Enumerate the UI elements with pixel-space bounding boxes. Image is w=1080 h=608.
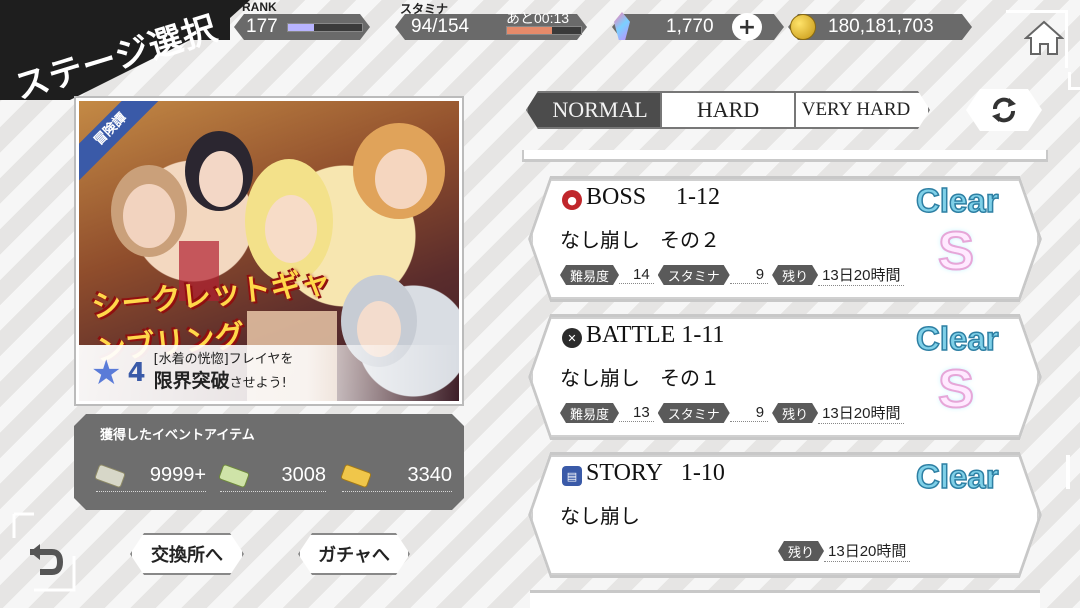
stage-stats: 難易度 14 スタミナ 9 残り 13日20時間 xyxy=(560,264,908,286)
stage-name: なし崩し xyxy=(560,504,640,528)
rank-progress-bar xyxy=(287,23,363,32)
difficulty-chip: 難易度 xyxy=(560,403,619,423)
rank-progress-fill xyxy=(288,24,314,31)
scroll-icon xyxy=(218,463,250,488)
event-item: 9999+ xyxy=(96,460,206,492)
boss-icon: ● xyxy=(562,190,582,210)
stage-stats: 残り 13日20時間 xyxy=(778,540,914,562)
stage-card-battle[interactable]: ✕ BATTLE 1-11 なし崩し その１ 難易度 13 スタミナ 9 残り … xyxy=(528,314,1042,440)
stage-heading: STORY 1-10 xyxy=(586,460,725,487)
event-items-panel: 獲得したイベントアイテム 9999+ 3008 3340 xyxy=(74,414,464,510)
stamina-cost: 9 xyxy=(730,266,768,284)
list-scrollbar[interactable] xyxy=(1066,455,1070,489)
exchange-button[interactable]: 交換所へ xyxy=(130,533,244,575)
event-item-count: 9999+ xyxy=(149,464,206,486)
tab-normal[interactable]: NORMAL xyxy=(526,91,662,129)
tab-hard[interactable]: HARD xyxy=(660,91,796,129)
remain-value: 13日20時間 xyxy=(818,402,904,424)
gold-value: 180,181,703 xyxy=(828,16,934,37)
back-button[interactable] xyxy=(12,512,82,596)
event-banner[interactable]: 冒険譚 シークレットギャンブリング ★ 4 [水着の恍惚]フレイヤを 限界突破さ… xyxy=(74,96,464,406)
star-icon: ★ xyxy=(91,353,122,393)
gold-coin-icon xyxy=(790,14,816,40)
difficulty-chip: 難易度 xyxy=(560,265,619,285)
caption-line2-small: させよう! xyxy=(229,376,287,392)
stamina-chip: スタミナ xyxy=(658,403,730,423)
event-item-count: 3008 xyxy=(281,464,326,486)
crystal-value: 1,770 xyxy=(666,16,714,37)
stage-stats: 難易度 13 スタミナ 9 残り 13日20時間 xyxy=(560,402,908,424)
stamina-progress-bar xyxy=(506,26,582,35)
banner-caption: ★ 4 [水着の恍惚]フレイヤを 限界突破させよう! xyxy=(79,345,459,401)
caption-line2-big: 限界突破 xyxy=(153,370,230,393)
battle-icon: ✕ xyxy=(562,328,582,348)
event-item: 3008 xyxy=(220,460,326,492)
stamina-timer: あと00:13 xyxy=(506,10,570,26)
stage-name: なし崩し その２ xyxy=(560,228,720,252)
clear-badge: Clear xyxy=(916,182,999,219)
remain-chip: 残り xyxy=(778,541,824,561)
remain-chip: 残り xyxy=(772,265,818,285)
rank-badge: S xyxy=(938,221,975,281)
caption-star-count: 4 xyxy=(127,358,146,388)
rank-badge: S xyxy=(938,359,975,419)
stage-type: BOSS xyxy=(586,184,647,210)
scroll-icon xyxy=(94,463,126,488)
stamina-value: 94/154 xyxy=(411,16,470,37)
stage-number: 1-10 xyxy=(680,460,725,486)
back-icon xyxy=(12,512,76,592)
refresh-button[interactable] xyxy=(966,89,1042,131)
remain-value: 13日20時間 xyxy=(818,264,904,286)
story-icon: ▤ xyxy=(562,466,582,486)
stage-heading: BATTLE 1-11 xyxy=(586,322,724,349)
gacha-button[interactable]: ガチャへ xyxy=(298,533,410,575)
caption-text: [水着の恍惚]フレイヤを 限界突破させよう! xyxy=(154,352,294,394)
stage-heading: BOSS 1-12 xyxy=(586,184,720,211)
difficulty-value: 14 xyxy=(619,266,654,284)
caption-line1: [水着の恍惚]フレイヤを xyxy=(153,352,294,368)
stage-list[interactable]: ● BOSS 1-12 なし崩し その２ 難易度 14 スタミナ 9 残り 13… xyxy=(520,150,1050,608)
tab-very-hard[interactable]: VERY HARD xyxy=(794,91,930,129)
refresh-icon xyxy=(989,97,1019,123)
rank-value: 177 xyxy=(246,16,278,37)
stage-name: なし崩し その１ xyxy=(560,366,720,390)
list-edge xyxy=(522,150,1048,162)
scroll-icon xyxy=(340,463,372,488)
difficulty-tabs: NORMAL HARD VERY HARD xyxy=(526,91,928,129)
rank-label: RANK xyxy=(242,0,277,14)
event-banner-art: 冒険譚 シークレットギャンブリング ★ 4 [水着の恍惚]フレイヤを 限界突破さ… xyxy=(79,101,459,401)
stage-card-story[interactable]: ▤ STORY 1-10 なし崩し 残り 13日20時間 Clear xyxy=(528,452,1042,578)
home-button[interactable] xyxy=(1020,14,1068,62)
stage-type: BATTLE xyxy=(586,322,676,348)
stage-card-partial[interactable] xyxy=(530,590,1040,608)
difficulty-value: 13 xyxy=(619,404,654,422)
remain-chip: 残り xyxy=(772,403,818,423)
clear-badge: Clear xyxy=(916,458,999,495)
stamina-chip: スタミナ xyxy=(658,265,730,285)
clear-badge: Clear xyxy=(916,320,999,357)
home-frame-corner xyxy=(1068,72,1080,90)
stage-number: 1-11 xyxy=(681,322,725,348)
event-items-title: 獲得したイベントアイテム xyxy=(100,428,255,443)
stage-type: STORY xyxy=(586,460,663,486)
add-crystal-button[interactable]: + xyxy=(732,13,762,41)
stamina-progress-fill xyxy=(507,27,553,34)
event-item-count: 3340 xyxy=(407,464,452,486)
stamina-cost: 9 xyxy=(730,404,768,422)
remain-value: 13日20時間 xyxy=(824,540,910,562)
stage-card-boss[interactable]: ● BOSS 1-12 なし崩し その２ 難易度 14 スタミナ 9 残り 13… xyxy=(528,176,1042,302)
home-icon xyxy=(1024,20,1064,55)
event-item: 3340 xyxy=(342,460,452,492)
stage-number: 1-12 xyxy=(676,184,721,210)
